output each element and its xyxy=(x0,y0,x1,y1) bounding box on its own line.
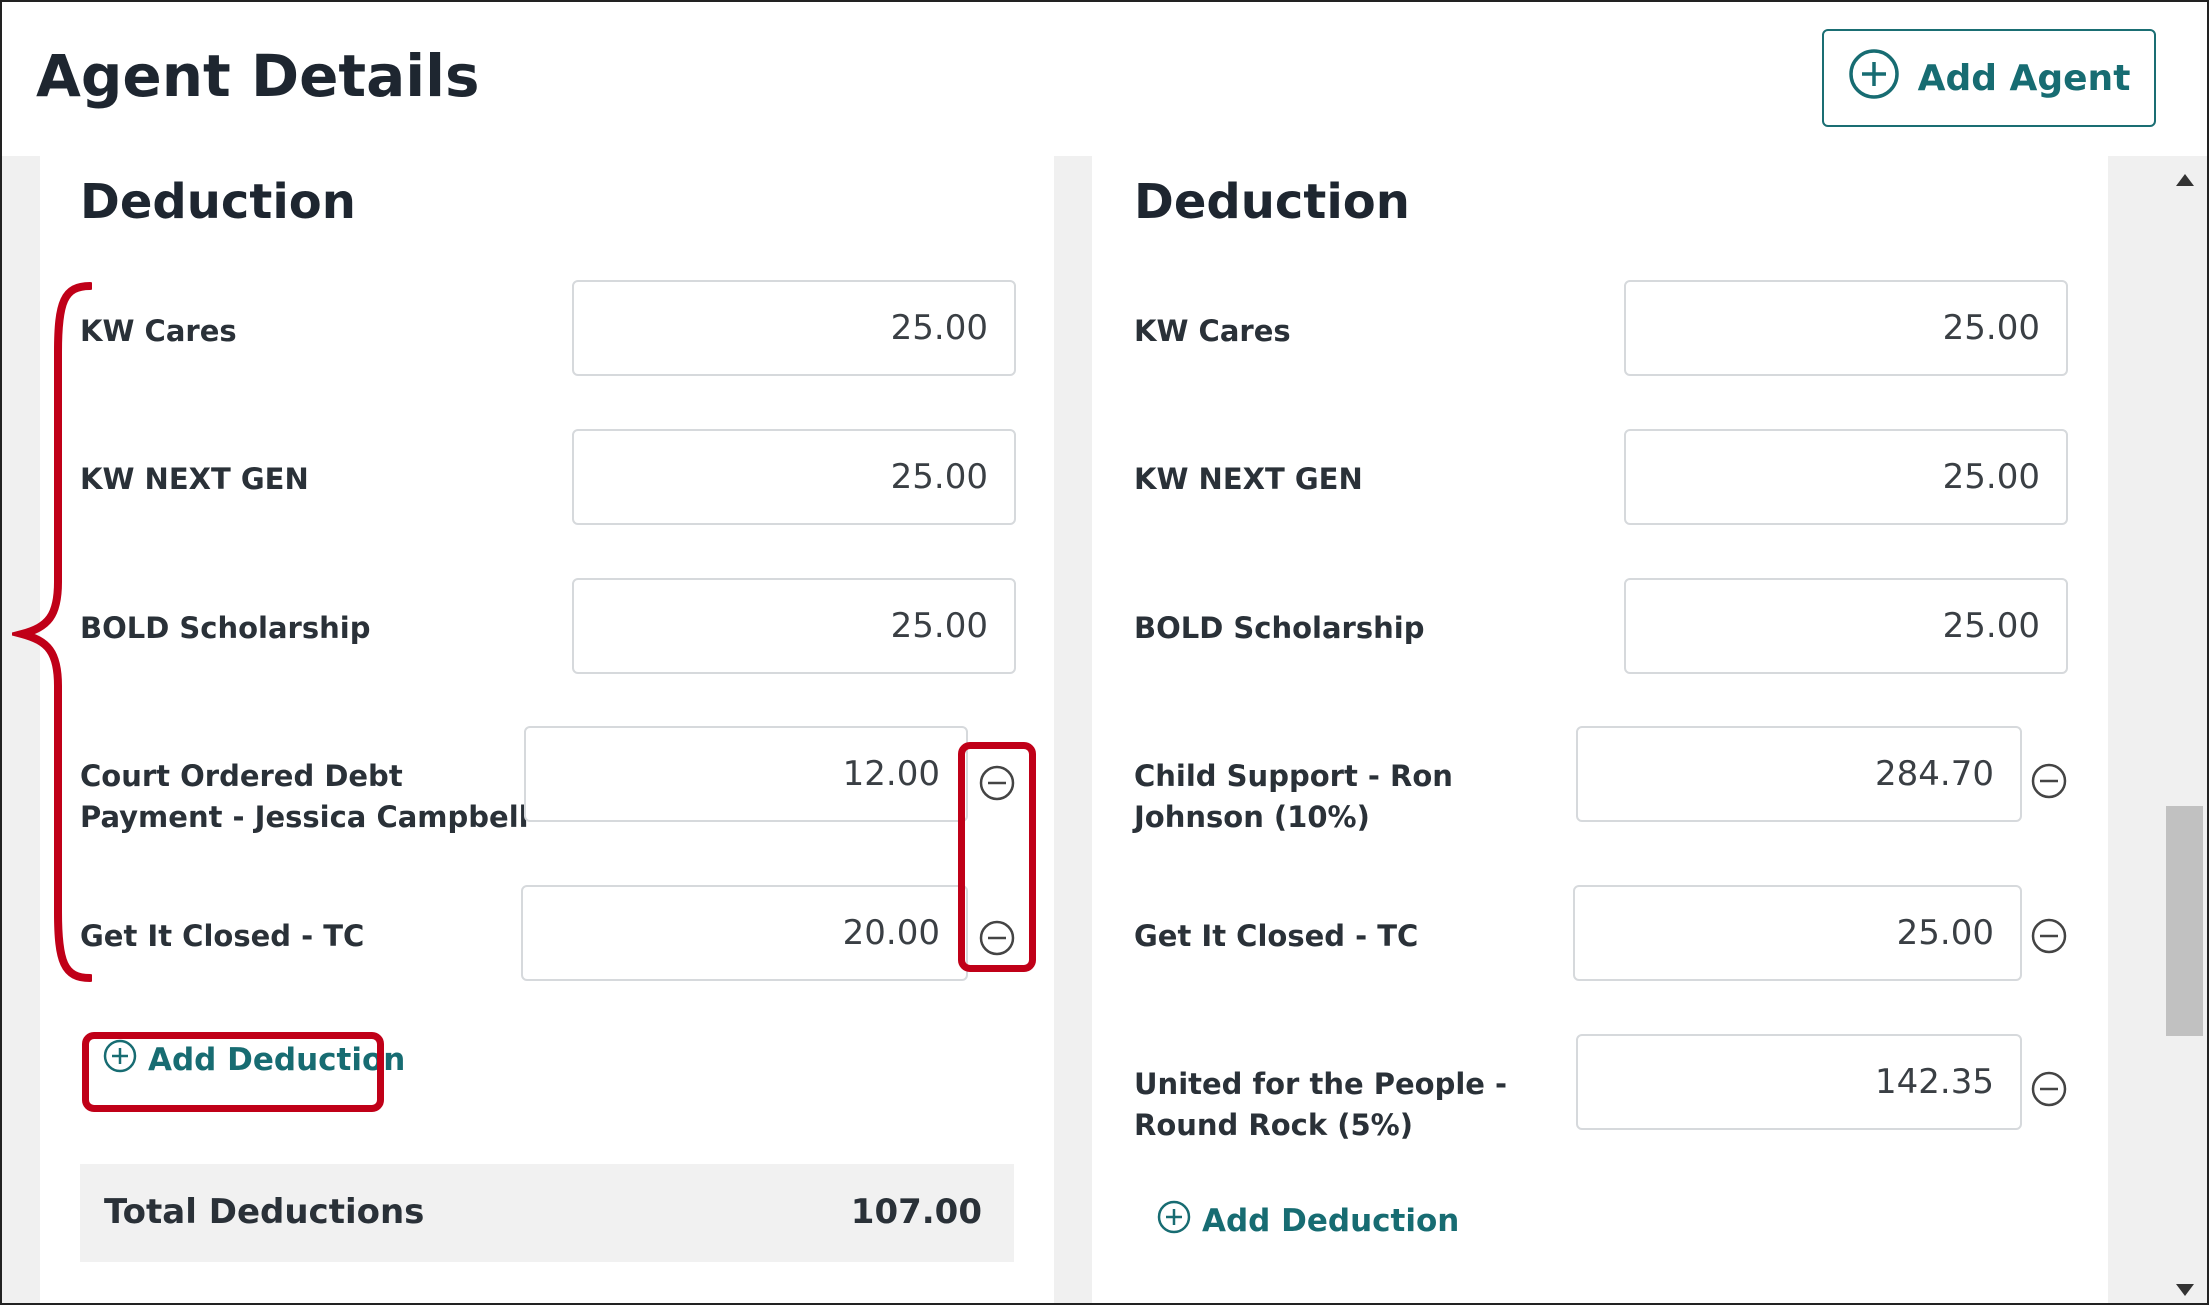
total-deductions-label: Total Deductions xyxy=(104,1192,425,1232)
vertical-scrollbar[interactable] xyxy=(2162,156,2207,1303)
deduction-amount-input[interactable]: 25.00 xyxy=(572,578,1016,674)
agent-card-right: Deduction KW Cares 25.00 KW NEXT GEN 25.… xyxy=(1092,156,2108,1303)
deduction-label: Child Support - Ron Johnson (10%) xyxy=(1134,759,1453,834)
deduction-amount-input[interactable]: 25.00 xyxy=(572,429,1016,525)
plus-circle-icon xyxy=(1848,48,1900,109)
total-deductions-row: Total Deductions 107.00 xyxy=(80,1164,1014,1262)
deduction-amount-input[interactable]: 142.35 xyxy=(1576,1034,2022,1130)
plus-circle-icon xyxy=(1156,1199,1192,1243)
window: Agent Details Add Agent Deduction KW Car… xyxy=(0,0,2209,1305)
agent-columns: Deduction KW Cares 25.00 KW NEXT GEN 25.… xyxy=(2,156,2162,1303)
add-deduction-button[interactable]: Add Deduction xyxy=(1156,1199,1459,1243)
add-agent-label: Add Agent xyxy=(1917,57,2131,99)
deduction-amount-input[interactable]: 25.00 xyxy=(572,280,1016,376)
scroll-down-arrow-icon[interactable] xyxy=(2176,1284,2194,1296)
annotation-highlight-add-deduction xyxy=(82,1032,384,1112)
deduction-amount-input[interactable]: 25.00 xyxy=(1624,429,2068,525)
scrollbar-thumb[interactable] xyxy=(2166,806,2203,1036)
deduction-amount-input[interactable]: 20.00 xyxy=(521,885,968,981)
deduction-amount-input[interactable]: 284.70 xyxy=(1576,726,2022,822)
page-title: Agent Details xyxy=(36,42,480,110)
deduction-label: KW Cares xyxy=(1134,314,1291,348)
minus-circle-icon[interactable] xyxy=(2030,762,2068,800)
section-title: Deduction xyxy=(1134,174,1410,230)
deduction-label: Get It Closed - TC xyxy=(80,919,365,953)
deduction-amount-input[interactable]: 12.00 xyxy=(524,726,968,822)
agent-card-left: Deduction KW Cares 25.00 KW NEXT GEN 25.… xyxy=(40,156,1054,1303)
deduction-label: KW NEXT GEN xyxy=(1134,462,1363,496)
minus-circle-icon[interactable] xyxy=(2030,917,2068,955)
deduction-amount-input[interactable]: 25.00 xyxy=(1624,578,2068,674)
total-deductions-value: 107.00 xyxy=(850,1192,982,1232)
deduction-amount-input[interactable]: 25.00 xyxy=(1573,885,2022,981)
deduction-label: United for the People - Round Rock (5%) xyxy=(1134,1067,1508,1142)
scroll-up-arrow-icon[interactable] xyxy=(2176,174,2194,186)
deduction-label: BOLD Scholarship xyxy=(1134,611,1425,645)
minus-circle-icon[interactable] xyxy=(2030,1070,2068,1108)
deduction-label: KW Cares xyxy=(80,314,237,348)
deduction-label: Get It Closed - TC xyxy=(1134,919,1419,953)
section-title: Deduction xyxy=(80,174,356,230)
deduction-label: Court Ordered Debt Payment - Jessica Cam… xyxy=(80,759,529,834)
annotation-brace xyxy=(12,282,92,982)
add-deduction-label: Add Deduction xyxy=(1202,1203,1460,1239)
deduction-amount-input[interactable]: 25.00 xyxy=(1624,280,2068,376)
deduction-label: KW NEXT GEN xyxy=(80,462,309,496)
deduction-label: BOLD Scholarship xyxy=(80,611,371,645)
add-agent-button[interactable]: Add Agent xyxy=(1822,29,2156,127)
page-header: Agent Details Add Agent xyxy=(2,2,2207,156)
annotation-highlight-remove-icons xyxy=(958,742,1036,972)
